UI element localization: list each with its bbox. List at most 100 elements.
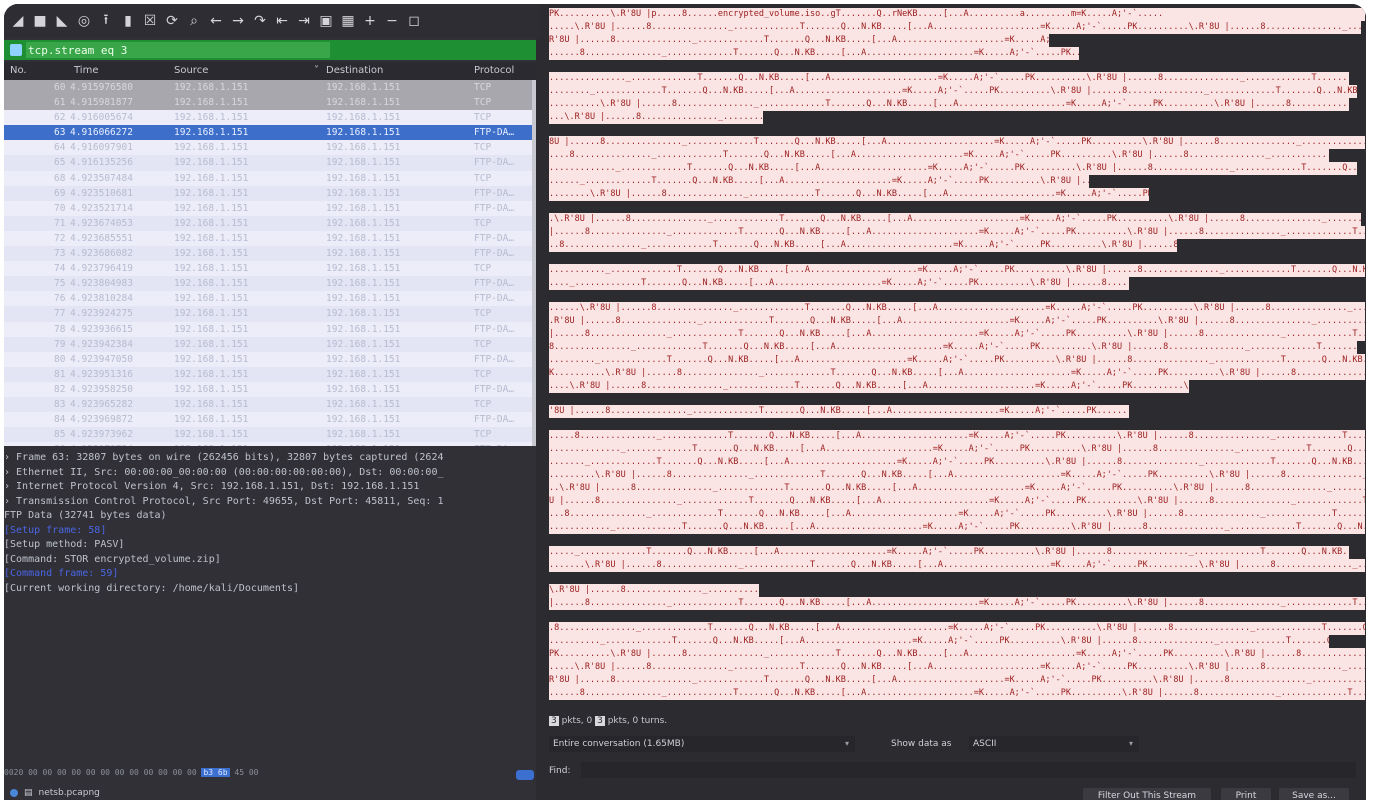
table-row[interactable]: 72 4.923685551 192.168.1.151 192.168.1.151 F… (4, 230, 532, 247)
detail-line[interactable]: FTP Data (32741 bytes data) (4, 510, 536, 525)
hex-highlight[interactable]: b3 6b (201, 768, 230, 777)
table-row[interactable]: 79 4.923942384 192.168.1.151 192.168.1.151 T… (4, 336, 532, 352)
cell-dst: 192.168.1.151 (326, 127, 401, 139)
table-row[interactable]: 76 4.923810284 192.168.1.151 192.168.1.151 F… (4, 291, 532, 307)
autoscroll-icon[interactable]: ▣ (316, 11, 336, 31)
zoom-in-icon[interactable]: + (360, 11, 380, 31)
cell-dst: 192.168.1.151 (326, 353, 401, 365)
table-row[interactable]: 65 4.916135256 192.168.1.151 192.168.1.151 F… (4, 155, 532, 171)
table-row[interactable]: 60 4.915976580 192.168.1.151 192.168.1.151 T… (4, 80, 532, 96)
col-protocol[interactable]: Protocol (474, 65, 514, 76)
cell-src: 192.168.1.151 (174, 127, 249, 139)
table-row[interactable]: 81 4.923951316 192.168.1.151 192.168.1.151 T… (4, 366, 532, 382)
cell-proto: TCP (474, 112, 492, 124)
detail-line[interactable]: [Setup method: PASV] (4, 539, 536, 554)
bookmark-icon[interactable] (10, 44, 22, 56)
cell-no: 84 (54, 414, 66, 426)
table-row[interactable]: 71 4.923674053 192.168.1.151 192.168.1.151 T… (4, 215, 532, 231)
print-button[interactable]: Print (1221, 788, 1271, 800)
reload-icon[interactable]: ⟳ (162, 11, 182, 31)
save-as-button[interactable]: Save as... (1279, 788, 1349, 800)
expert-info-icon[interactable] (10, 789, 18, 797)
stream-content[interactable]: PK..........\.R'8U |p.....8......encrypt… (549, 8, 1366, 708)
table-row[interactable]: 61 4.915981877 192.168.1.151 192.168.1.151 T… (4, 95, 532, 111)
col-destination[interactable]: Destination (326, 65, 383, 76)
col-time[interactable]: Time (74, 65, 98, 76)
hex-bytes: 0020 00 00 00 00 00 00 00 00 00 00 00 00 (4, 768, 197, 777)
restart-icon[interactable]: ◣ (52, 11, 72, 31)
detail-line[interactable]: › Transmission Control Protocol, Src Por… (4, 496, 536, 511)
cell-no: 85 (54, 429, 66, 441)
options-icon[interactable]: ◎ (74, 11, 94, 31)
table-row[interactable]: 80 4.923947050 192.168.1.151 192.168.1.151 F… (4, 351, 532, 367)
cell-time: 4.923973962 (70, 429, 133, 441)
cell-src: 192.168.1.151 (174, 323, 249, 335)
packet-list-scrollbar[interactable] (532, 80, 536, 446)
find-icon[interactable]: ⌕ (184, 11, 204, 31)
show-data-select[interactable]: ASCII ▾ (969, 736, 1139, 752)
table-row[interactable]: 86 4.923978754 192.168.1.151 192.168.1.151 F… (4, 442, 532, 446)
stop-icon[interactable]: ■ (30, 11, 50, 31)
normal-size-icon[interactable]: ◻ (404, 11, 424, 31)
cell-proto: FTP-DA… (474, 232, 515, 244)
cell-proto: TCP (474, 429, 492, 441)
detail-line[interactable]: [Setup frame: 58] (4, 525, 536, 540)
bytes-scroll-thumb[interactable] (516, 770, 534, 780)
table-row[interactable]: 78 4.923936615 192.168.1.151 192.168.1.151 F… (4, 321, 532, 337)
go-to-icon[interactable]: ↷ (250, 11, 270, 31)
back-icon[interactable]: ← (206, 11, 226, 31)
conversation-select[interactable]: Entire conversation (1.65MB) ▾ (549, 736, 855, 752)
cell-dst: 192.168.1.151 (326, 112, 401, 124)
table-row[interactable]: 84 4.923969872 192.168.1.151 192.168.1.151 F… (4, 412, 532, 428)
stream-line: .R'8U |......8..............._..........… (549, 315, 1365, 328)
shark-fin-icon[interactable]: ◢ (8, 11, 28, 31)
detail-line[interactable]: [Command: STOR encrypted_volume.zip] (4, 554, 536, 569)
colorize-icon[interactable]: ▦ (338, 11, 358, 31)
table-row[interactable]: 85 4.923973962 192.168.1.151 192.168.1.151 T… (4, 427, 532, 443)
cell-dst: 192.168.1.151 (326, 248, 401, 260)
col-source[interactable]: Source (174, 65, 208, 76)
display-filter-input[interactable] (26, 42, 330, 58)
detail-line[interactable]: › Frame 63: 32807 bytes on wire (262456 … (4, 452, 536, 467)
table-row[interactable]: 75 4.923804983 192.168.1.151 192.168.1.151 F… (4, 276, 532, 292)
zoom-out-icon[interactable]: − (382, 11, 402, 31)
file-icon[interactable]: ▮ (118, 11, 138, 31)
stream-line: ..............._.............T.......Q..… (549, 72, 1349, 85)
cell-no: 70 (54, 202, 66, 214)
table-row[interactable]: 63 4.916066272 192.168.1.151 192.168.1.151 F… (4, 125, 532, 141)
forward-icon[interactable]: → (228, 11, 248, 31)
table-row[interactable]: 64 4.916097901 192.168.1.151 192.168.1.151 T… (4, 140, 532, 156)
stream-line: ........_.............T.......Q...N.KB..… (549, 85, 1357, 98)
stream-line: ...._.............T.......Q...N.KB.....[… (549, 277, 1129, 290)
close-file-icon[interactable]: ☒ (140, 11, 160, 31)
cell-dst: 192.168.1.151 (326, 82, 401, 93)
stream-line: .\.R'8U |......8..............._........… (549, 213, 1361, 226)
last-icon[interactable]: ⇥ (294, 11, 314, 31)
first-icon[interactable]: ⇤ (272, 11, 292, 31)
detail-line[interactable]: [Current working directory: /home/kali/D… (4, 583, 536, 598)
table-row[interactable]: 82 4.923958250 192.168.1.151 192.168.1.151 F… (4, 381, 532, 397)
table-row[interactable]: 73 4.923686082 192.168.1.151 192.168.1.151 F… (4, 246, 532, 262)
table-row[interactable]: 62 4.916005674 192.168.1.151 192.168.1.151 T… (4, 110, 532, 126)
find-input[interactable] (581, 762, 1356, 778)
table-row[interactable]: 69 4.923510681 192.168.1.151 192.168.1.151 F… (4, 185, 532, 201)
cell-src: 192.168.1.151 (174, 217, 249, 229)
table-row[interactable]: 70 4.923521714 192.168.1.151 192.168.1.151 F… (4, 200, 532, 216)
detail-line[interactable]: › Internet Protocol Version 4, Src: 192.… (4, 481, 536, 496)
stream-line: .............._.............T.......Q...… (549, 443, 1365, 456)
table-row[interactable]: 77 4.923924275 192.168.1.151 192.168.1.151 T… (4, 306, 532, 322)
filter-out-button[interactable]: Filter Out This Stream (1083, 788, 1211, 800)
stream-line: ............._.............T.......Q...N… (549, 162, 1357, 175)
table-row[interactable]: 83 4.923965282 192.168.1.151 192.168.1.151 T… (4, 396, 532, 413)
table-row[interactable]: 68 4.923507484 192.168.1.151 192.168.1.151 T… (4, 170, 532, 186)
detail-line[interactable]: › Ethernet II, Src: 00:00:00_00:00:00 (0… (4, 467, 536, 482)
stream-line: ......8..............._.............T...… (549, 47, 1079, 60)
table-row[interactable]: 74 4.923796419 192.168.1.151 192.168.1.151 T… (4, 261, 532, 277)
cell-src: 192.168.1.151 (174, 202, 249, 214)
stream-line: .8..............._.............T.......Q… (549, 622, 1365, 635)
cell-proto: FTP-DA… (474, 383, 515, 395)
col-no[interactable]: No. (10, 65, 27, 76)
open-icon[interactable]: ⭱ (96, 11, 116, 31)
capture-file-icon[interactable]: ▤ (24, 788, 33, 798)
detail-line[interactable]: [Command frame: 59] (4, 568, 536, 583)
